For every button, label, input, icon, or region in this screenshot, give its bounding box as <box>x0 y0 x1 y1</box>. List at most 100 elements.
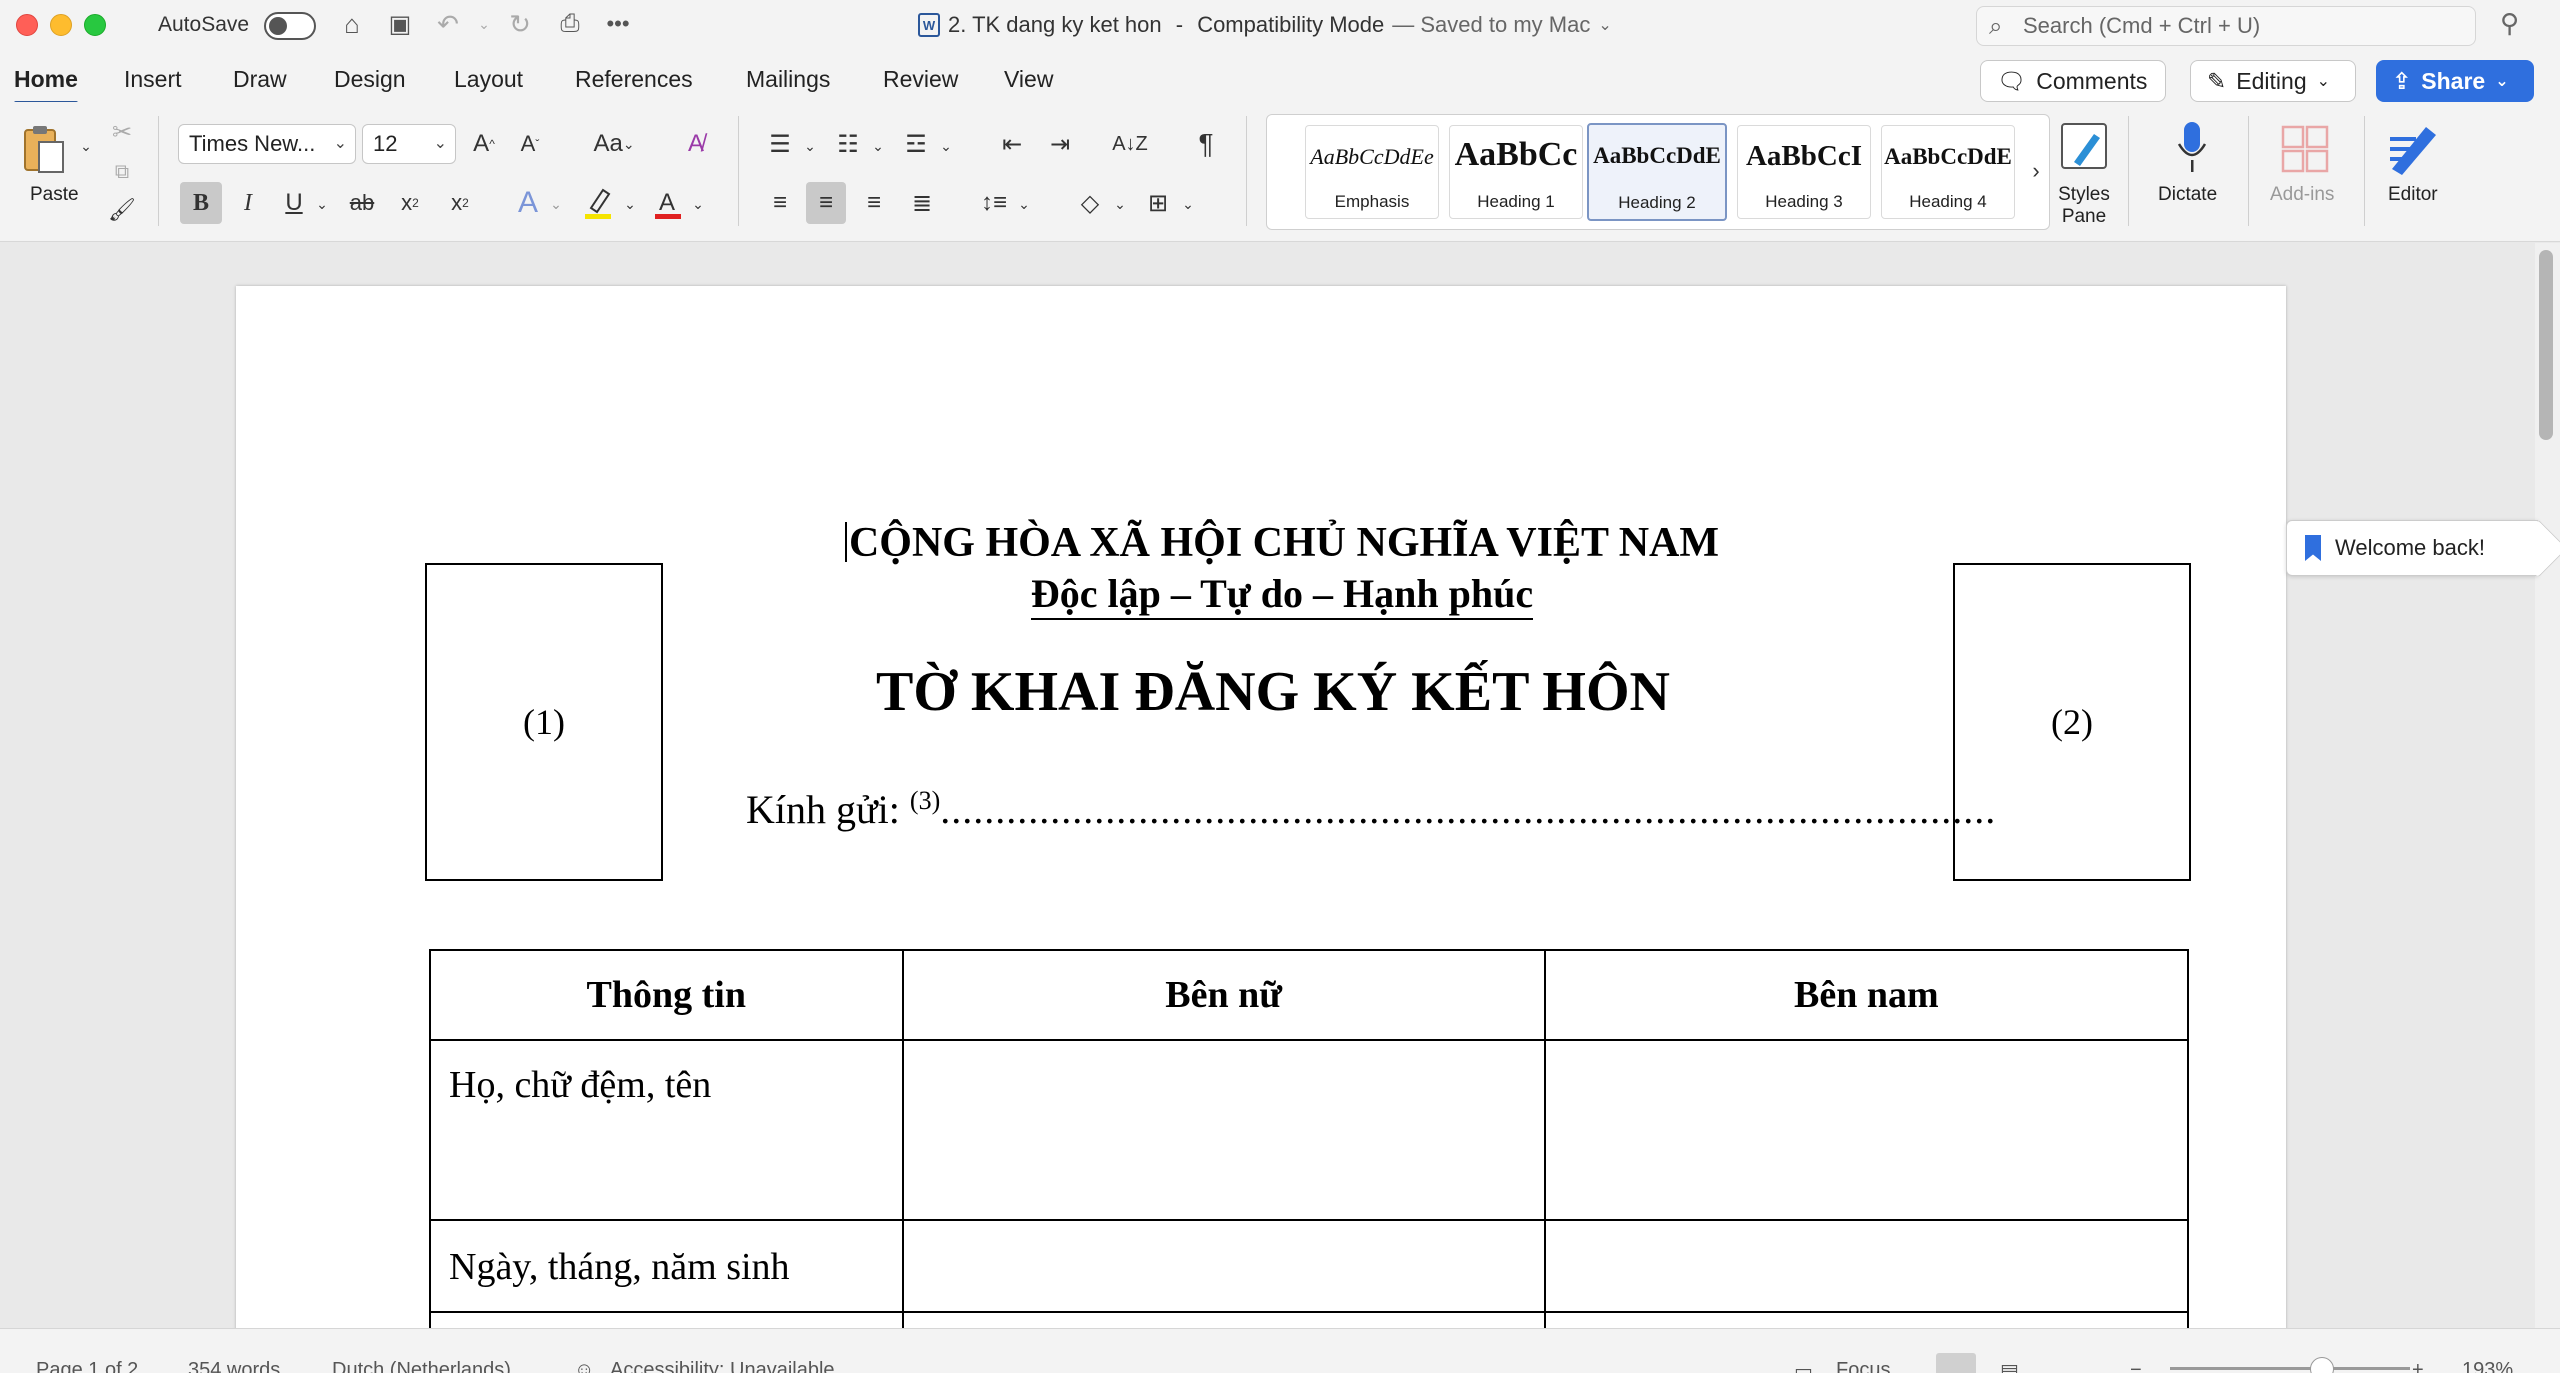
redo-icon[interactable]: ↻ <box>502 6 538 42</box>
welcome-back-tooltip[interactable]: Welcome back! <box>2286 520 2538 576</box>
zoom-in-icon[interactable]: + <box>2412 1359 2424 1373</box>
paste-button[interactable] <box>18 120 70 178</box>
table-cell-label[interactable]: Họ, chữ đệm, tên <box>429 1039 904 1221</box>
zoom-slider[interactable] <box>2170 1367 2410 1370</box>
shading-icon[interactable]: ◇ <box>1070 182 1110 224</box>
bullets-icon[interactable]: ☰ <box>760 124 800 164</box>
underline-dropdown-icon[interactable]: ⌄ <box>314 194 330 214</box>
table-cell[interactable] <box>1543 1311 2190 1328</box>
zoom-window-button[interactable] <box>84 14 106 36</box>
undo-icon[interactable]: ↶ <box>430 6 466 42</box>
text-effects-icon[interactable]: A <box>510 182 546 224</box>
scrollbar-thumb[interactable] <box>2539 250 2553 440</box>
superscript-button[interactable]: x2 <box>442 182 478 224</box>
sort-icon[interactable]: A↓Z <box>1110 124 1150 164</box>
show-formatting-marks-icon[interactable]: ¶ <box>1186 124 1226 164</box>
search-input[interactable]: ⌕ Search (Cmd + Ctrl + U) <box>1976 6 2476 46</box>
paste-dropdown-icon[interactable]: ⌄ <box>76 136 96 156</box>
chevron-down-icon[interactable]: ⌄ <box>622 194 638 214</box>
zoom-out-icon[interactable]: − <box>2130 1359 2142 1373</box>
tab-references[interactable]: References <box>575 66 693 93</box>
italic-button[interactable]: I <box>230 182 266 224</box>
tab-draw[interactable]: Draw <box>233 66 287 93</box>
justify-icon[interactable]: ≣ <box>902 182 942 224</box>
style-heading-3[interactable]: AaBbCcI Heading 3 <box>1737 125 1871 219</box>
font-size-select[interactable]: 12 ⌄ <box>362 124 456 164</box>
change-case-icon[interactable]: Aa ⌄ <box>584 124 644 164</box>
table-cell[interactable] <box>1543 1039 2190 1221</box>
chevron-down-icon[interactable]: ⌄ <box>802 136 818 156</box>
print-icon[interactable]: ⎙ <box>552 6 588 42</box>
undo-dropdown-icon[interactable]: ⌄ <box>466 6 502 42</box>
format-painter-icon[interactable]: 🖌 <box>106 194 138 226</box>
cut-icon[interactable]: ✂ <box>106 116 138 148</box>
chevron-down-icon[interactable]: ⌄ <box>1112 194 1128 214</box>
highlight-icon[interactable] <box>578 182 618 224</box>
style-emphasis[interactable]: AaBbCcDdEe Emphasis <box>1305 125 1439 219</box>
zoom-slider-thumb[interactable] <box>2310 1357 2334 1373</box>
tab-home[interactable]: Home <box>14 66 78 105</box>
more-icon[interactable]: ••• <box>600 6 636 42</box>
language[interactable]: Dutch (Netherlands) <box>332 1359 511 1373</box>
editing-mode-button[interactable]: ✎ Editing ⌄ <box>2190 60 2356 102</box>
tab-view[interactable]: View <box>1004 66 1053 93</box>
microphone-icon[interactable] <box>2170 118 2214 178</box>
tab-design[interactable]: Design <box>334 66 406 93</box>
share-people-icon[interactable]: ⚲ <box>2500 8 2519 39</box>
tab-review[interactable]: Review <box>883 66 958 93</box>
line-spacing-icon[interactable]: ↕≡ <box>974 182 1014 224</box>
bold-button[interactable]: B <box>180 182 222 224</box>
word-count[interactable]: 354 words <box>188 1359 280 1373</box>
focus-button[interactable]: Focus <box>1836 1359 1890 1373</box>
tab-layout[interactable]: Layout <box>454 66 523 93</box>
save-icon[interactable]: ▣ <box>382 6 418 42</box>
comments-button[interactable]: 🗨 Comments <box>1980 60 2166 102</box>
subscript-button[interactable]: x2 <box>392 182 428 224</box>
web-layout-view-icon[interactable]: ▤ <box>2000 1359 2019 1373</box>
style-heading-2[interactable]: AaBbCcDdE Heading 2 <box>1587 123 1727 221</box>
close-window-button[interactable] <box>16 14 38 36</box>
page-count[interactable]: Page 1 of 2 <box>36 1359 138 1373</box>
chevron-down-icon[interactable]: ⌄ <box>1016 194 1032 214</box>
align-left-icon[interactable]: ≡ <box>760 182 800 224</box>
zoom-level[interactable]: 193% <box>2462 1359 2513 1373</box>
autosave-toggle[interactable] <box>264 12 316 40</box>
add-ins-icon[interactable] <box>2278 122 2332 176</box>
document-page[interactable]: CỘNG HÒA XÃ HỘI CHỦ NGHĨA VIỆT NAM Độc l… <box>236 286 2286 1328</box>
document-title[interactable]: W 2. TK dang ky ket hon - Compatibility … <box>918 12 1612 38</box>
clear-formatting-icon[interactable]: A̸ <box>676 124 716 164</box>
chevron-right-icon[interactable]: › <box>2025 151 2047 191</box>
shrink-font-icon[interactable]: Aˇ <box>512 124 548 164</box>
accessibility-status[interactable]: Accessibility: Unavailable <box>610 1359 835 1373</box>
align-right-icon[interactable]: ≡ <box>854 182 894 224</box>
editor-icon[interactable] <box>2386 118 2442 178</box>
table-cell[interactable] <box>901 1039 1546 1221</box>
numbering-icon[interactable]: ☷ <box>828 124 868 164</box>
document-canvas[interactable]: CỘNG HÒA XÃ HỘI CHỦ NGHĨA VIỆT NAM Độc l… <box>0 243 2535 1328</box>
increase-indent-icon[interactable]: ⇥ <box>1040 124 1080 164</box>
multilevel-list-icon[interactable]: ☲ <box>896 124 936 164</box>
style-heading-1[interactable]: AaBbCc Heading 1 <box>1449 125 1583 219</box>
grow-font-icon[interactable]: A ^ <box>466 124 502 164</box>
chevron-down-icon[interactable]: ⌄ <box>1180 194 1196 214</box>
decrease-indent-icon[interactable]: ⇤ <box>992 124 1032 164</box>
font-name-select[interactable]: Times New... ⌄ <box>178 124 356 164</box>
print-layout-view-icon[interactable] <box>1936 1353 1976 1373</box>
align-center-icon[interactable]: ≡ <box>806 182 846 224</box>
chevron-down-icon[interactable]: ⌄ <box>690 194 706 214</box>
minimize-window-button[interactable] <box>50 14 72 36</box>
chevron-down-icon[interactable]: ⌄ <box>870 136 886 156</box>
copy-icon[interactable]: ⧉ <box>106 156 138 188</box>
tab-mailings[interactable]: Mailings <box>746 66 830 93</box>
table-cell[interactable] <box>901 1219 1546 1313</box>
borders-icon[interactable]: ⊞ <box>1138 182 1178 224</box>
home-icon[interactable]: ⌂ <box>334 6 370 42</box>
table-cell[interactable] <box>1543 1219 2190 1313</box>
style-heading-4[interactable]: AaBbCcDdE Heading 4 <box>1881 125 2015 219</box>
tab-insert[interactable]: Insert <box>124 66 182 93</box>
share-button[interactable]: ⇪ Share ⌄ <box>2376 60 2534 102</box>
table-cell[interactable] <box>901 1311 1546 1328</box>
table-cell[interactable] <box>429 1311 904 1328</box>
styles-pane-icon[interactable] <box>2058 120 2110 174</box>
table-cell-label[interactable]: Ngày, tháng, năm sinh <box>429 1219 904 1313</box>
